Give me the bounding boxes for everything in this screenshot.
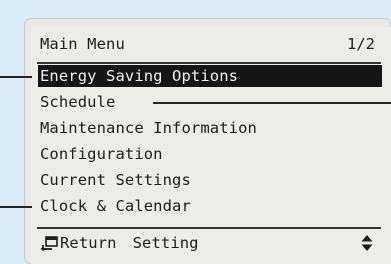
callout-line-left-bottom <box>0 206 32 208</box>
menu-item-label: Clock & Calendar <box>40 197 191 215</box>
menu-item-schedule[interactable]: Schedule <box>40 91 115 113</box>
page-indicator: 1/2 <box>347 35 375 53</box>
menu-item-clock-and-calendar[interactable]: Clock & Calendar <box>40 195 191 217</box>
menu-item-configuration[interactable]: Configuration <box>40 143 163 165</box>
return-label[interactable]: Return <box>60 232 117 254</box>
menu-title: Main Menu <box>40 35 125 53</box>
lcd-screen: Main Menu 1/2 Energy Saving Options Sche… <box>31 27 391 264</box>
menu-item-current-settings[interactable]: Current Settings <box>40 169 191 191</box>
menu-item-energy-saving-options[interactable]: Energy Saving Options <box>38 65 382 87</box>
up-down-arrows-icon[interactable] <box>361 234 373 252</box>
menu-item-maintenance-information[interactable]: Maintenance Information <box>40 117 257 139</box>
footer-divider <box>37 227 381 229</box>
header-divider <box>37 62 381 64</box>
footer-bar: Return Setting <box>40 232 199 254</box>
return-arrow-icon[interactable] <box>40 232 60 254</box>
setting-label[interactable]: Setting <box>133 232 199 254</box>
menu-item-label: Configuration <box>40 145 163 163</box>
menu-item-label: Energy Saving Options <box>40 67 239 85</box>
menu-item-label: Current Settings <box>40 171 191 189</box>
callout-line-right <box>153 102 391 104</box>
callout-line-left-top <box>0 76 32 78</box>
menu-item-label: Schedule <box>40 93 116 111</box>
menu-item-label: Maintenance Information <box>40 119 257 137</box>
